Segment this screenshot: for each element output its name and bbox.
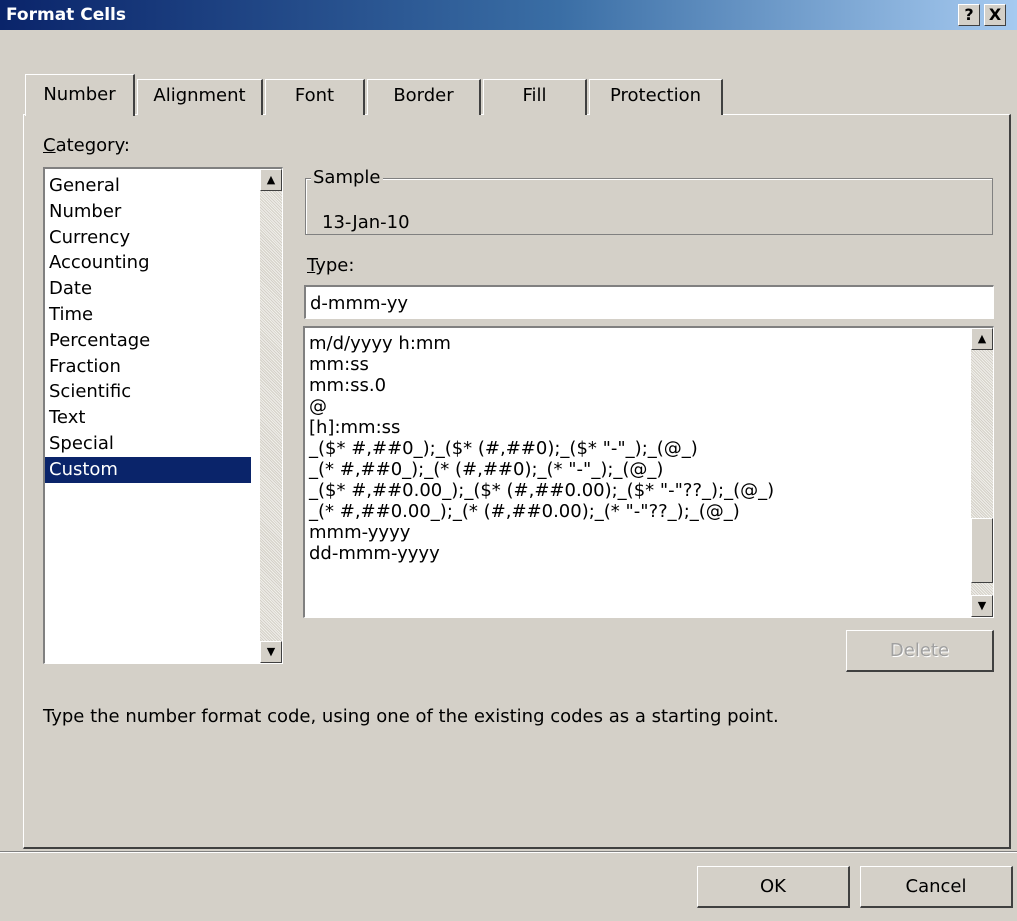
category-item[interactable]: Text [45,405,251,431]
scroll-down-icon[interactable]: ▼ [260,641,282,663]
hint-text: Type the number format code, using one o… [43,706,779,727]
format-item[interactable]: _($* #,##0.00_);_($* (#,##0.00);_($* "-"… [305,480,969,501]
type-format-list[interactable]: m/d/yyyy h:mm mm:ss mm:ss.0 @ [h]:mm:ss _($* … [303,326,994,618]
type-field-value[interactable]: d-mmm-yy [310,293,408,314]
format-item[interactable]: mm:ss [305,354,969,375]
category-item[interactable]: Number [45,199,251,225]
category-scrollbar[interactable]: ▲ ▼ [260,169,282,663]
format-item[interactable]: mmm-yyyy [305,522,969,543]
category-item[interactable]: General [45,173,251,199]
format-scrollbar[interactable]: ▲ ▼ [971,328,993,617]
format-item[interactable]: dd-mmm-yyyy [305,543,969,564]
scroll-down-icon[interactable]: ▼ [971,595,993,617]
tab-border[interactable]: Border [367,79,481,115]
tab-protection[interactable]: Protection [589,79,723,115]
format-item[interactable]: _($* #,##0_);_($* (#,##0);_($* "-"_);_(@… [305,438,969,459]
close-button[interactable]: X [984,4,1006,26]
category-item[interactable]: Date [45,276,251,302]
category-list[interactable]: General Number Currency Accounting Date Time P… [43,167,283,664]
tab-alignment[interactable]: Alignment [137,79,263,115]
scroll-up-icon[interactable]: ▲ [260,169,282,191]
title-bar: Format Cells ? X [0,0,1017,30]
tab-font[interactable]: Font [265,79,365,115]
format-item[interactable]: _(* #,##0_);_(* (#,##0);_(* "-"_);_(@_) [305,459,969,480]
tab-fill[interactable]: Fill [483,79,587,115]
ok-button[interactable]: OK [697,866,850,908]
category-item[interactable]: Scientific [45,379,251,405]
sample-value: 13-Jan-10 [322,212,410,233]
help-button[interactable]: ? [958,4,980,26]
scroll-thumb[interactable] [971,518,993,583]
category-item[interactable]: Percentage [45,328,251,354]
category-item[interactable]: Currency [45,225,251,251]
category-label: Category: [43,135,130,156]
category-item[interactable]: Special [45,431,251,457]
category-item[interactable]: Custom [45,456,251,483]
category-item[interactable]: Accounting [45,250,251,276]
window-title: Format Cells [6,5,126,25]
type-field[interactable]: d-mmm-yy [304,285,994,319]
format-item[interactable]: @ [305,396,969,417]
format-item[interactable]: [h]:mm:ss [305,417,969,438]
category-item[interactable]: Fraction [45,354,251,380]
type-label: Type: [307,255,355,276]
format-item[interactable]: _(* #,##0.00_);_(* (#,##0.00);_(* "-"??_… [305,501,969,522]
format-item[interactable]: mm:ss.0 [305,375,969,396]
tab-number[interactable]: Number [25,74,135,116]
delete-button[interactable]: Delete [846,630,994,672]
separator [0,851,1017,853]
sample-legend: Sample [311,167,383,188]
category-item[interactable]: Time [45,302,251,328]
scroll-up-icon[interactable]: ▲ [971,328,993,350]
cancel-button[interactable]: Cancel [860,866,1013,908]
format-item[interactable]: m/d/yyyy h:mm [305,333,969,354]
